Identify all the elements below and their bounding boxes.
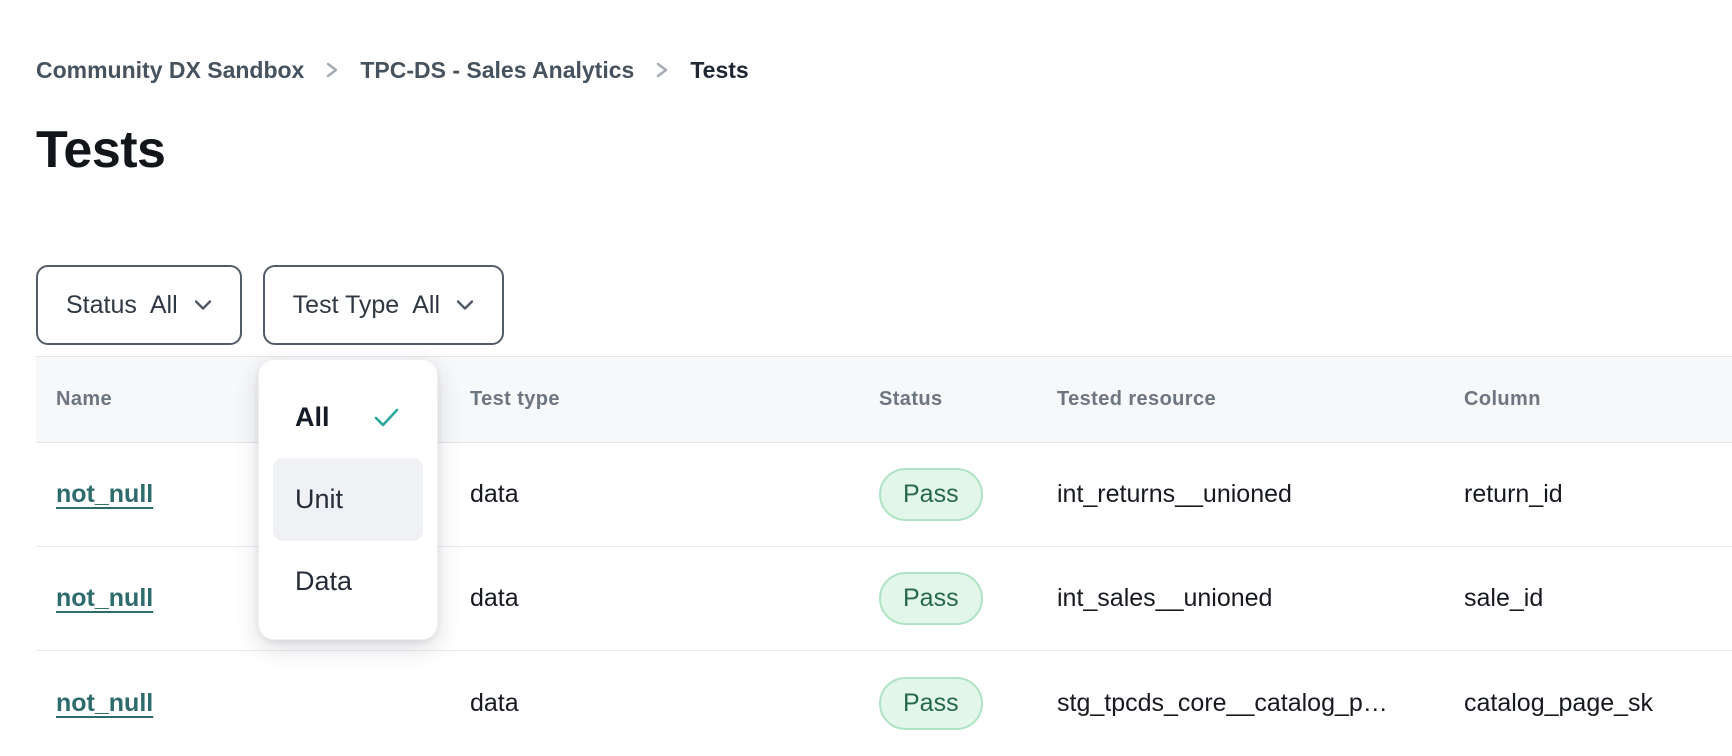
- menu-item-label: Unit: [295, 484, 343, 515]
- column-cell: return_id: [1444, 480, 1732, 509]
- tested-resource-cell: int_sales__unioned: [1037, 584, 1444, 613]
- menu-item-data[interactable]: Data: [273, 541, 423, 623]
- chevron-down-icon: [194, 299, 212, 311]
- column-cell: catalog_page_sk: [1444, 689, 1732, 718]
- column-header-tested-resource: Tested resource: [1037, 388, 1444, 411]
- menu-item-label: All: [295, 402, 330, 433]
- status-badge: Pass: [879, 677, 983, 730]
- table-row: not_null data Pass stg_tpcds_core__catal…: [36, 651, 1732, 755]
- chevron-down-icon: [456, 299, 474, 311]
- tested-resource-cell: stg_tpcds_core__catalog_p…: [1037, 689, 1444, 718]
- test-name-link[interactable]: not_null: [56, 584, 153, 612]
- test-name-link[interactable]: not_null: [56, 689, 153, 717]
- breadcrumb-item-package[interactable]: TPC-DS - Sales Analytics: [360, 55, 634, 85]
- chevron-right-icon: [319, 59, 345, 81]
- page-title: Tests: [36, 120, 165, 180]
- test-type-filter-value: All: [412, 291, 440, 320]
- test-type-dropdown-menu: All Unit Data: [258, 359, 438, 640]
- column-header-status: Status: [859, 388, 1037, 411]
- test-type-cell: data: [450, 689, 859, 718]
- status-filter-button[interactable]: Status All: [36, 265, 242, 345]
- check-icon: [374, 407, 399, 428]
- status-filter-label: Status: [66, 291, 137, 320]
- breadcrumb-item-project[interactable]: Community DX Sandbox: [36, 55, 304, 85]
- tested-resource-cell: int_returns__unioned: [1037, 480, 1444, 509]
- test-name-link[interactable]: not_null: [56, 480, 153, 508]
- column-cell: sale_id: [1444, 584, 1732, 613]
- breadcrumb: Community DX Sandbox TPC-DS - Sales Anal…: [36, 55, 749, 85]
- status-badge: Pass: [879, 468, 983, 521]
- column-header-test-type: Test type: [450, 388, 859, 411]
- breadcrumb-item-current: Tests: [690, 55, 748, 85]
- status-badge: Pass: [879, 572, 983, 625]
- column-header-column: Column: [1444, 388, 1732, 411]
- filter-bar: Status All Test Type All: [36, 265, 504, 345]
- test-type-filter-button[interactable]: Test Type All: [263, 265, 504, 345]
- menu-item-all[interactable]: All: [273, 376, 423, 458]
- test-type-cell: data: [450, 480, 859, 509]
- menu-item-unit[interactable]: Unit: [273, 458, 423, 540]
- chevron-right-icon: [649, 59, 675, 81]
- menu-item-label: Data: [295, 566, 352, 597]
- test-type-cell: data: [450, 584, 859, 613]
- status-filter-value: All: [150, 291, 178, 320]
- test-type-filter-label: Test Type: [293, 291, 400, 320]
